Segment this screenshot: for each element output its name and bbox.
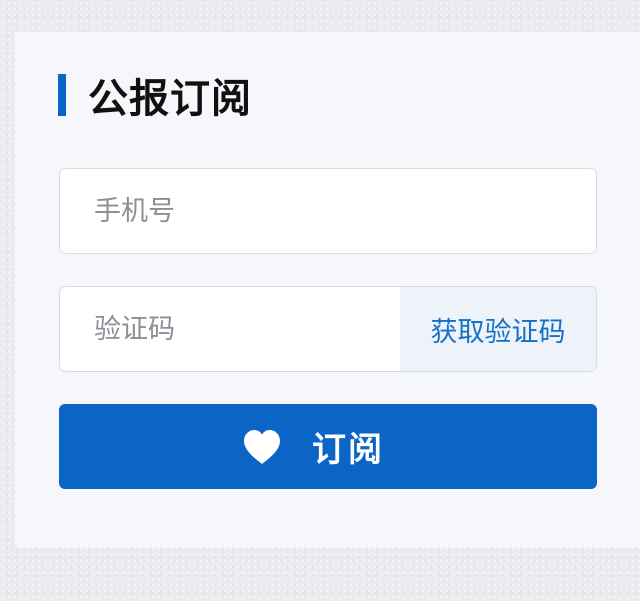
- phone-input[interactable]: [60, 169, 596, 253]
- get-code-button[interactable]: 获取验证码: [400, 287, 596, 371]
- phone-field: [59, 168, 597, 254]
- heart-icon: [244, 429, 280, 464]
- title-accent-bar: [58, 74, 66, 116]
- verification-code-input[interactable]: [60, 287, 400, 371]
- card-header: 公报订阅: [58, 70, 252, 122]
- subscribe-button[interactable]: 订阅: [59, 404, 597, 489]
- subscribe-card: 公报订阅 获取验证码 订阅: [15, 32, 640, 548]
- subscribe-label: 订阅: [312, 430, 384, 470]
- code-field: 获取验证码: [59, 286, 597, 372]
- page-title: 公报订阅: [88, 76, 252, 122]
